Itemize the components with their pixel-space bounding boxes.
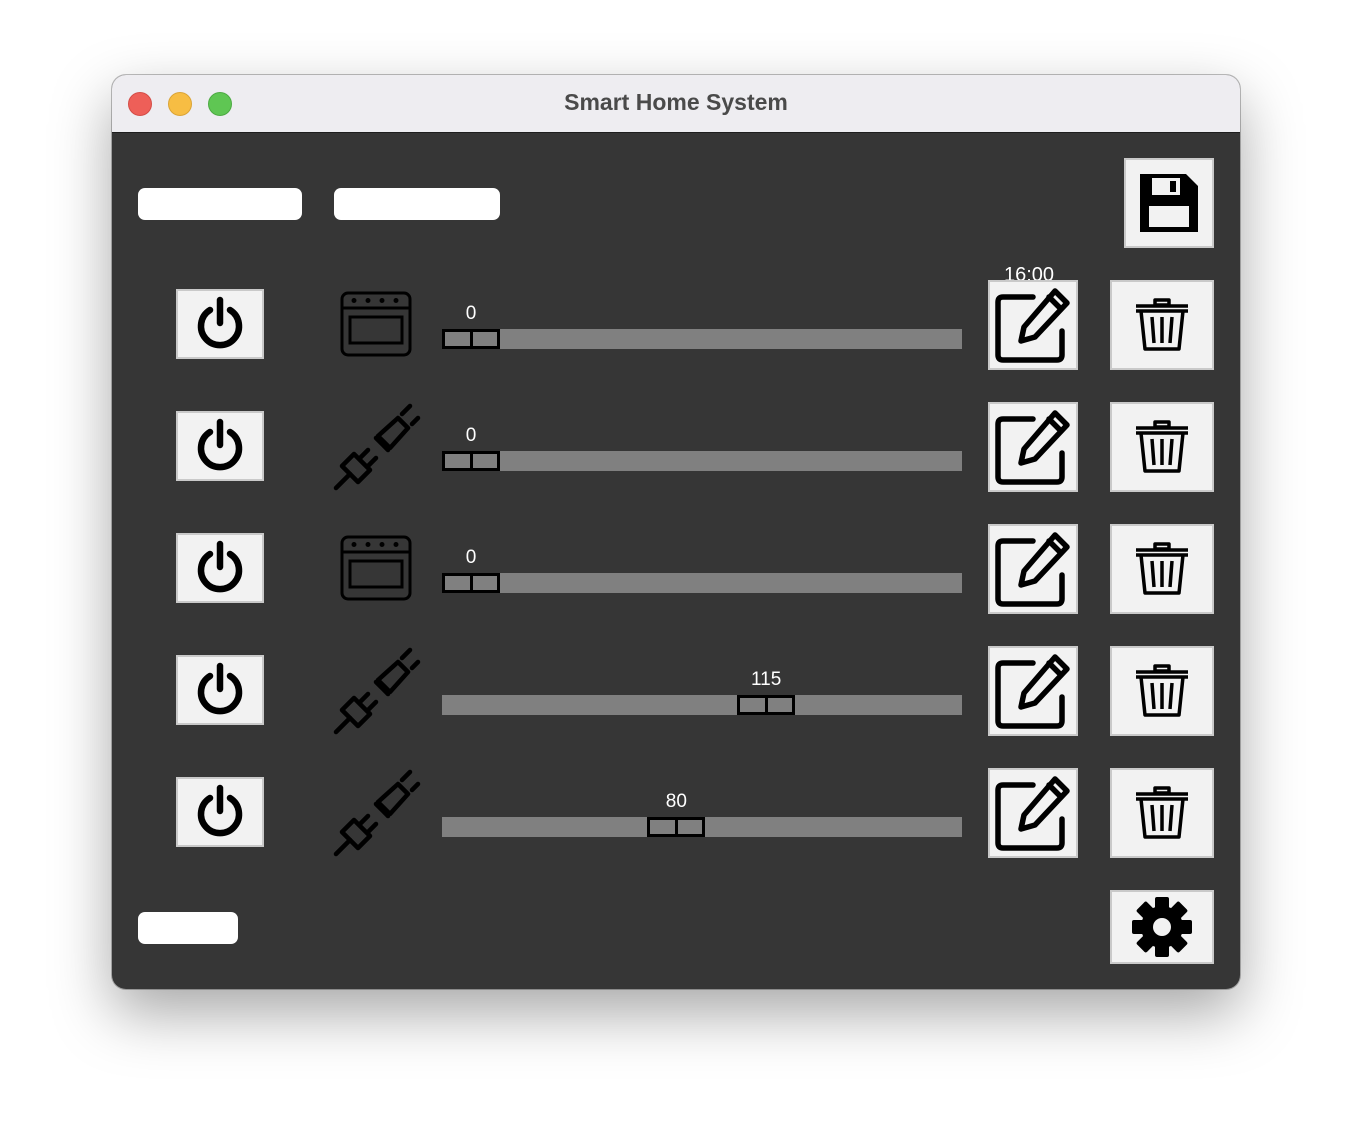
trash-icon bbox=[1136, 420, 1188, 473]
power-button[interactable] bbox=[176, 655, 264, 725]
text-field-2[interactable] bbox=[334, 188, 500, 220]
text-field-1[interactable] bbox=[138, 188, 302, 220]
oven-icon bbox=[339, 290, 413, 363]
edit-icon bbox=[995, 288, 1070, 363]
power-icon bbox=[197, 662, 243, 715]
delete-button[interactable] bbox=[1110, 280, 1214, 370]
power-icon bbox=[197, 296, 243, 349]
plug-icon bbox=[332, 402, 422, 497]
power-button[interactable] bbox=[176, 777, 264, 847]
save-button[interactable] bbox=[1124, 158, 1214, 248]
trash-icon bbox=[1136, 542, 1188, 595]
trash-icon bbox=[1136, 298, 1188, 351]
window-title: Smart Home System bbox=[564, 89, 788, 115]
edit-button[interactable] bbox=[988, 402, 1078, 492]
power-button[interactable] bbox=[176, 289, 264, 359]
intensity-slider[interactable]: 115 bbox=[442, 669, 962, 715]
edit-icon bbox=[995, 776, 1070, 851]
title-bar: Smart Home System bbox=[112, 75, 1240, 133]
slider-thumb[interactable] bbox=[442, 329, 500, 349]
power-icon bbox=[197, 418, 243, 471]
oven-icon bbox=[339, 534, 413, 607]
slider-track[interactable] bbox=[442, 573, 962, 593]
edit-icon bbox=[995, 654, 1070, 729]
intensity-slider[interactable]: 80 bbox=[442, 791, 962, 837]
intensity-slider[interactable]: 0 bbox=[442, 303, 962, 349]
main-panel: 16:00 0 0 0 115 80 bbox=[112, 133, 1240, 989]
slider-value-label: 115 bbox=[751, 669, 782, 690]
slider-value-label: 0 bbox=[465, 547, 477, 568]
plug-icon bbox=[332, 768, 422, 863]
floppy-disk-icon bbox=[1140, 174, 1198, 232]
intensity-slider[interactable]: 0 bbox=[442, 425, 962, 471]
slider-thumb[interactable] bbox=[442, 573, 500, 593]
intensity-slider[interactable]: 0 bbox=[442, 547, 962, 593]
slider-thumb[interactable] bbox=[737, 695, 796, 715]
slider-thumb[interactable] bbox=[442, 451, 500, 471]
text-field-3[interactable] bbox=[138, 912, 238, 944]
slider-value-label: 0 bbox=[465, 425, 477, 446]
delete-button[interactable] bbox=[1110, 402, 1214, 492]
edit-button[interactable] bbox=[988, 524, 1078, 614]
plug-icon bbox=[332, 646, 422, 741]
delete-button[interactable] bbox=[1110, 524, 1214, 614]
power-icon bbox=[197, 540, 243, 593]
slider-track[interactable] bbox=[442, 695, 962, 715]
slider-track[interactable] bbox=[442, 329, 962, 349]
slider-thumb[interactable] bbox=[647, 817, 706, 837]
trash-icon bbox=[1136, 786, 1188, 839]
slider-track[interactable] bbox=[442, 451, 962, 471]
app-window: Smart Home System 16:00 0 0 0 115 80 bbox=[112, 75, 1240, 989]
delete-button[interactable] bbox=[1110, 646, 1214, 736]
delete-button[interactable] bbox=[1110, 768, 1214, 858]
power-button[interactable] bbox=[176, 411, 264, 481]
edit-button[interactable] bbox=[988, 280, 1078, 370]
power-icon bbox=[197, 784, 243, 837]
gear-icon bbox=[1132, 897, 1192, 957]
power-button[interactable] bbox=[176, 533, 264, 603]
trash-icon bbox=[1136, 664, 1188, 717]
edit-icon bbox=[995, 410, 1070, 485]
slider-value-label: 0 bbox=[465, 303, 477, 324]
edit-button[interactable] bbox=[988, 646, 1078, 736]
settings-button[interactable] bbox=[1110, 890, 1214, 964]
edit-button[interactable] bbox=[988, 768, 1078, 858]
slider-value-label: 80 bbox=[665, 791, 687, 812]
edit-icon bbox=[995, 532, 1070, 607]
